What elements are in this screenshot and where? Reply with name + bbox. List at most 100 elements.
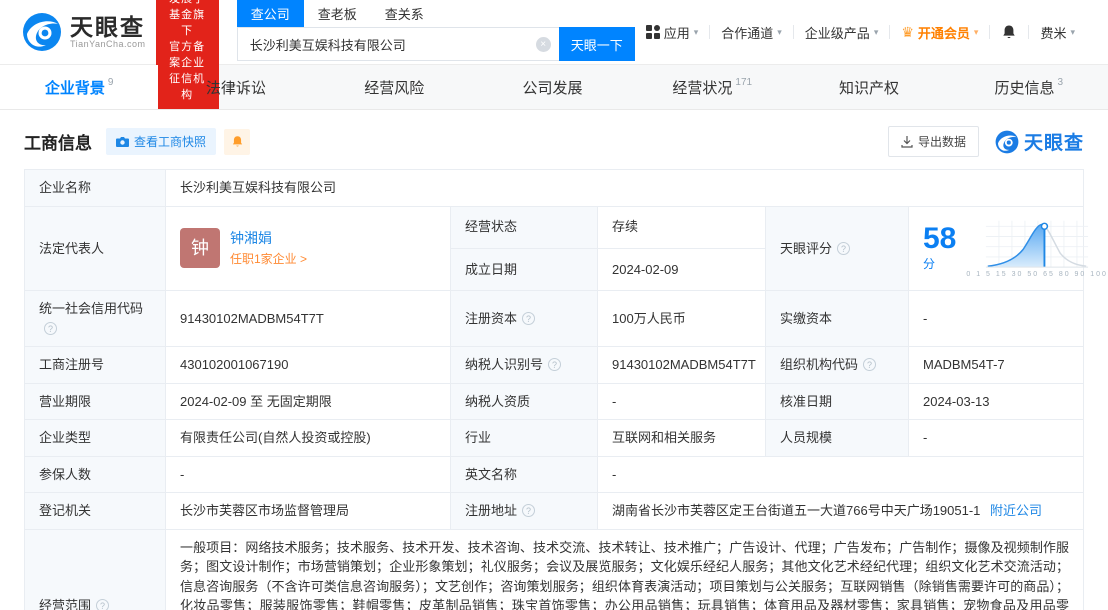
paid-capital-label: 实缴资本 (766, 291, 909, 347)
question-icon[interactable]: ? (548, 358, 561, 371)
tab-company-background[interactable]: 企业背景9 (0, 65, 158, 109)
tianyancha-logo[interactable]: 天眼查 TianYanCha.com (22, 12, 146, 52)
notification-bell-icon (1001, 24, 1017, 40)
est-date-value: 2024-02-09 (598, 248, 766, 290)
reg-number-value: 430102001067190 (166, 347, 451, 384)
search-tab-relation[interactable]: 查关系 (371, 0, 438, 27)
download-icon (901, 136, 913, 148)
table-row-credit-code: 统一社会信用代码? 91430102MADBM54T7T 注册资本? 100万人… (25, 291, 1084, 347)
english-name-label: 英文名称 (451, 456, 598, 493)
nav-cooperation[interactable]: 合作通道 ▾ (710, 23, 793, 42)
tab-label: 历史信息 (995, 77, 1055, 98)
alert-bell-icon (231, 135, 244, 148)
section-header: 工商信息 查看工商快照 导出数据 天眼查 (24, 126, 1084, 157)
reg-capital-value: 100万人民币 (598, 291, 766, 347)
biz-scope-label: 经营范围 (39, 598, 91, 610)
est-date-label: 成立日期 (451, 248, 598, 290)
tab-legal-proceedings[interactable]: 法律诉讼 (158, 65, 316, 109)
search-tab-boss[interactable]: 查老板 (304, 0, 371, 27)
search-button[interactable]: 天眼一下 (559, 27, 635, 61)
tab-label: 公司发展 (522, 77, 582, 98)
view-snapshot-button[interactable]: 查看工商快照 (106, 128, 216, 155)
nav-notifications[interactable] (990, 24, 1028, 40)
table-row-reg-number: 工商注册号 430102001067190 纳税人识别号? 91430102MA… (25, 347, 1084, 384)
table-row-company-type: 企业类型 有限责任公司(自然人投资或控股) 行业 互联网和相关服务 人员规模 - (25, 420, 1084, 457)
caret-down-icon: ▾ (1070, 27, 1075, 38)
tab-company-development[interactable]: 公司发展 (475, 65, 633, 109)
credit-code-value: 91430102MADBM54T7T (166, 291, 451, 347)
score-label-cell: 天眼评分? (766, 206, 909, 291)
nav-cooperation-label: 合作通道 (721, 23, 773, 42)
taxpayer-id-value: 91430102MADBM54T7T (598, 347, 766, 384)
nav-apps-label: 应用 (664, 23, 690, 42)
taxpayer-id-label: 纳税人识别号 (465, 357, 543, 372)
taxpayer-qual-value: - (598, 383, 766, 420)
nav-user-account[interactable]: 费米 ▾ (1029, 23, 1086, 42)
staff-size-label: 人员规模 (766, 420, 909, 457)
nav-user-label: 费米 (1040, 23, 1066, 42)
insured-count-label: 参保人数 (25, 456, 166, 493)
credit-code-label-cell: 统一社会信用代码? (25, 291, 166, 347)
watermark-logo-icon (995, 130, 1019, 154)
tab-count: 9 (108, 77, 114, 88)
caret-down-icon: ▾ (777, 27, 782, 38)
nav-enterprise-label: 企业级产品 (805, 23, 870, 42)
crown-icon: ♛ (901, 24, 914, 41)
question-icon[interactable]: ? (44, 322, 57, 335)
org-code-label: 组织机构代码 (780, 357, 858, 372)
industry-label: 行业 (451, 420, 598, 457)
status-label: 经营状态 (451, 206, 598, 248)
company-section-tabbar: 企业背景9 法律诉讼 经营风险 公司发展 经营状况171 知识产权 历史信息3 (0, 64, 1108, 110)
badge-line1: 国家中小企业发展子基金旗下 (165, 0, 210, 40)
reg-authority-value: 长沙市芙蓉区市场监督管理局 (166, 493, 451, 530)
tab-count: 171 (735, 77, 752, 88)
logo-name: 天眼查 (70, 15, 146, 39)
nav-vip-membership[interactable]: ♛ 开通会员 ▾ (890, 23, 989, 42)
question-icon[interactable]: ? (863, 358, 876, 371)
org-code-value: MADBM54T-7 (909, 347, 1084, 384)
credit-code-label: 统一社会信用代码 (39, 301, 143, 316)
export-data-button[interactable]: 导出数据 (888, 126, 979, 157)
search-input[interactable] (238, 28, 559, 60)
legal-rep-companies-link[interactable]: 任职1家企业 > (230, 252, 307, 266)
score-cell: 58分 (909, 206, 1084, 291)
tab-label: 经营风险 (364, 77, 424, 98)
nav-enterprise-products[interactable]: 企业级产品 ▾ (794, 23, 890, 42)
tab-intellectual-property[interactable]: 知识产权 (791, 65, 949, 109)
search-input-wrap: × (237, 27, 559, 61)
taxpayer-qual-label: 纳税人资质 (451, 383, 598, 420)
tab-operational-risk[interactable]: 经营风险 (317, 65, 475, 109)
table-row-company-name: 企业名称 长沙利美互娱科技有限公司 (25, 170, 1084, 207)
business-info-table: 企业名称 长沙利美互娱科技有限公司 法定代表人 钟 钟湘娟 任职1家企业 > 经… (24, 169, 1084, 610)
question-icon[interactable]: ? (522, 504, 535, 517)
search-clear-icon[interactable]: × (536, 37, 551, 52)
staff-size-value: - (909, 420, 1084, 457)
biz-term-value: 2024-02-09 至 无固定期限 (166, 383, 451, 420)
question-icon[interactable]: ? (837, 242, 850, 255)
score-value: 58 (923, 222, 956, 255)
table-row-insured: 参保人数 - 英文名称 - (25, 456, 1084, 493)
question-icon[interactable]: ? (96, 599, 109, 610)
reg-address-label: 注册地址 (465, 503, 517, 518)
reg-address-label-cell: 注册地址? (451, 493, 598, 530)
camera-icon (116, 136, 129, 147)
watermark-text: 天眼查 (1024, 128, 1084, 155)
score-label: 天眼评分 (780, 241, 832, 256)
legal-rep-name-link[interactable]: 钟湘娟 (230, 230, 272, 246)
tab-history-info[interactable]: 历史信息3 (950, 65, 1108, 109)
tab-label: 企业背景 (45, 77, 105, 98)
tab-operating-status[interactable]: 经营状况171 (633, 65, 791, 109)
navbar-right-menu: 应用 ▾ 合作通道 ▾ 企业级产品 ▾ ♛ 开通会员 ▾ 费米 ▾ (635, 23, 1086, 42)
question-icon[interactable]: ? (522, 312, 535, 325)
biz-scope-label-cell: 经营范围? (25, 529, 166, 610)
table-row-legal-rep: 法定代表人 钟 钟湘娟 任职1家企业 > 经营状态 存续 天眼评分? 58分 (25, 206, 1084, 248)
reg-number-label: 工商注册号 (25, 347, 166, 384)
nav-apps[interactable]: 应用 ▾ (635, 23, 710, 42)
monitor-bell-button[interactable] (224, 129, 250, 155)
search-tab-company[interactable]: 查公司 (237, 0, 304, 27)
nearby-companies-link[interactable]: 附近公司 (990, 503, 1042, 518)
caret-down-icon: ▾ (694, 27, 699, 38)
legal-rep-avatar[interactable]: 钟 (180, 228, 220, 268)
main-content: 工商信息 查看工商快照 导出数据 天眼查 企业名称 长沙利美互娱科技有限公司 (0, 126, 1108, 610)
tab-label: 法律诉讼 (206, 77, 266, 98)
